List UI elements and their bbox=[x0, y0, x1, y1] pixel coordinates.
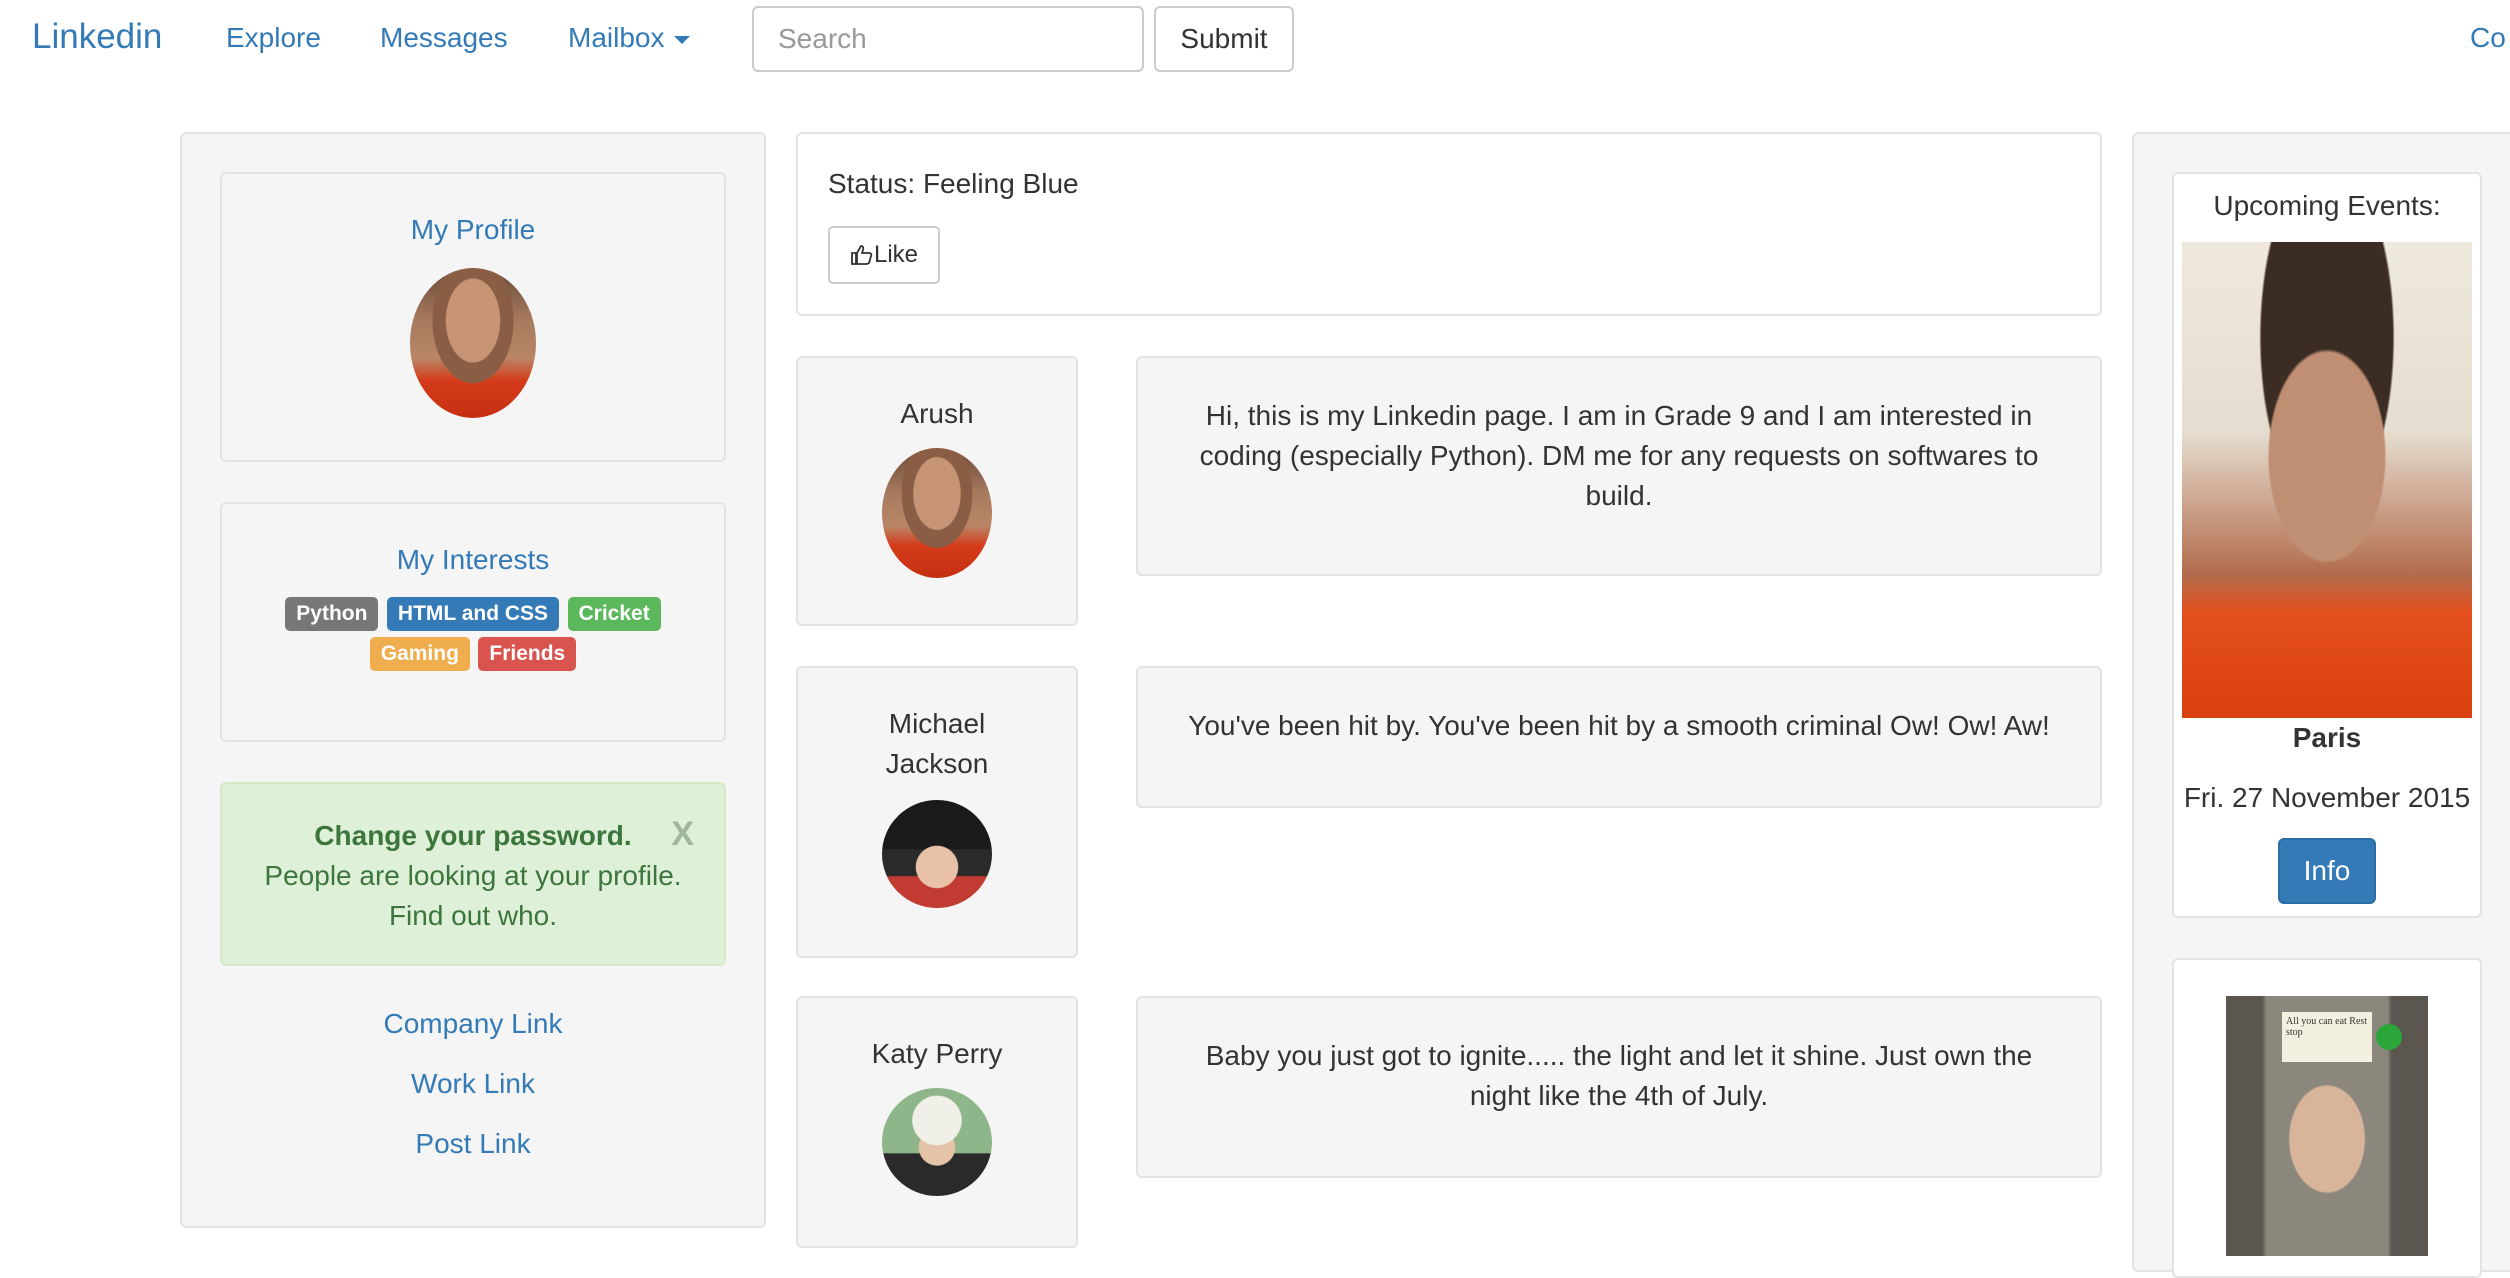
thumbs-up-icon bbox=[851, 245, 873, 265]
my-interests-link[interactable]: My Interests bbox=[222, 544, 724, 576]
status-text: Status: Feeling Blue bbox=[828, 168, 1079, 199]
poster-card-katy-perry: Katy Perry bbox=[796, 996, 1078, 1248]
advertisement-card: All you can eat Rest stop bbox=[2172, 958, 2482, 1278]
like-label: Like bbox=[873, 241, 919, 268]
interest-tags: Python HTML and CSS Cricket Gaming Frien… bbox=[222, 596, 724, 676]
nav-explore-link[interactable]: Explore bbox=[226, 22, 321, 54]
search-input[interactable] bbox=[752, 6, 1144, 72]
tag-html-css: HTML and CSS bbox=[386, 597, 560, 631]
event-image bbox=[2182, 242, 2472, 718]
navbar: Linkedin Explore Messages Mailbox Submit… bbox=[0, 0, 2510, 80]
poster-name: Katy Perry bbox=[871, 1038, 1003, 1069]
info-button[interactable]: Info bbox=[2278, 838, 2376, 904]
interests-card: My Interests Python HTML and CSS Cricket… bbox=[220, 502, 726, 742]
tag-cricket: Cricket bbox=[567, 597, 661, 631]
alert-text: People are looking at your profile. Find… bbox=[264, 860, 682, 931]
nav-messages-link[interactable]: Messages bbox=[380, 22, 508, 54]
alert-heading: Change your password. bbox=[314, 820, 632, 851]
post-michael-jackson: You've been hit by. You've been hit by a… bbox=[1136, 666, 2102, 808]
tag-python: Python bbox=[285, 597, 379, 631]
my-profile-link[interactable]: My Profile bbox=[222, 214, 724, 246]
profile-card: My Profile bbox=[220, 172, 726, 462]
events-title: Upcoming Events: bbox=[2213, 190, 2441, 221]
advertisement-image[interactable]: All you can eat Rest stop bbox=[2226, 996, 2428, 1256]
post-link[interactable]: Post Link bbox=[220, 1128, 726, 1160]
nav-cut-off-link[interactable]: Co bbox=[2470, 22, 2506, 54]
post-arush: Hi, this is my Linkedin page. I am in Gr… bbox=[1136, 356, 2102, 576]
poster-card-arush: Arush bbox=[796, 356, 1078, 626]
ad-logo-icon bbox=[2376, 1024, 2402, 1050]
company-link[interactable]: Company Link bbox=[220, 1008, 726, 1040]
ad-sign: All you can eat Rest stop bbox=[2282, 1012, 2372, 1062]
close-alert-button[interactable]: X bbox=[671, 814, 694, 854]
poster-card-michael-jackson: Michael Jackson bbox=[796, 666, 1078, 958]
post-katy-perry: Baby you just got to ignite..... the lig… bbox=[1136, 996, 2102, 1178]
tag-friends: Friends bbox=[478, 637, 577, 671]
status-card: Status: Feeling Blue Like bbox=[796, 132, 2102, 316]
password-alert: X Change your password. People are looki… bbox=[220, 782, 726, 966]
upcoming-events-card: Upcoming Events: Paris Fri. 27 November … bbox=[2172, 172, 2482, 918]
brand-link[interactable]: Linkedin bbox=[32, 17, 162, 57]
poster-name: Michael Jackson bbox=[885, 708, 989, 779]
caret-down-icon bbox=[674, 35, 691, 44]
nav-mailbox-dropdown[interactable]: Mailbox bbox=[568, 22, 691, 54]
like-button[interactable]: Like bbox=[828, 226, 940, 284]
katy-perry-avatar[interactable] bbox=[882, 1088, 992, 1196]
michael-jackson-avatar[interactable] bbox=[882, 800, 992, 908]
post-text: Hi, this is my Linkedin page. I am in Gr… bbox=[1199, 400, 2039, 511]
post-text: You've been hit by. You've been hit by a… bbox=[1188, 710, 2050, 741]
mailbox-label: Mailbox bbox=[568, 22, 665, 53]
tag-gaming: Gaming bbox=[369, 637, 470, 671]
poster-name: Arush bbox=[900, 398, 974, 429]
work-link[interactable]: Work Link bbox=[220, 1068, 726, 1100]
event-city: Paris bbox=[2292, 722, 2362, 753]
profile-avatar[interactable] bbox=[410, 268, 536, 418]
submit-button[interactable]: Submit bbox=[1154, 6, 1294, 72]
arush-avatar[interactable] bbox=[882, 448, 992, 578]
event-date: Fri. 27 November 2015 bbox=[2183, 782, 2471, 813]
post-text: Baby you just got to ignite..... the lig… bbox=[1205, 1040, 2033, 1111]
